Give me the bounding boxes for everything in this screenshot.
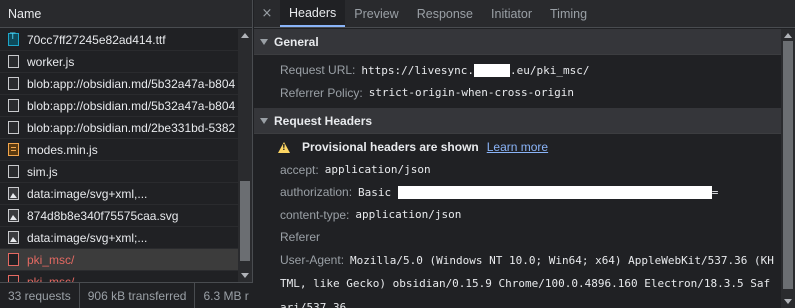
authorization-key: authorization: (280, 185, 353, 200)
request-row[interactable]: 70cc7ff27245e82ad414.ttf (0, 29, 238, 51)
referrer-policy-value[interactable]: strict-origin-when-cross-origin (369, 86, 574, 99)
details-tab-bar: × Headers Preview Response Initiator Tim… (254, 0, 795, 28)
request-count: 33 requests (0, 283, 80, 308)
request-name: pki_msc/ (27, 274, 75, 283)
request-list: 70cc7ff27245e82ad414.ttf worker.js blob:ap… (0, 29, 238, 282)
scrollbar-thumb[interactable] (783, 41, 793, 289)
warning-text: Provisional headers are shown (302, 140, 479, 155)
request-row[interactable]: worker.js (0, 51, 238, 73)
redacted-block (473, 64, 510, 77)
request-headers-section-title: Request Headers (274, 113, 373, 128)
content-type-key: content-type: (280, 207, 350, 222)
request-url-key: Request URL: (280, 63, 356, 78)
tab-timing[interactable]: Timing (541, 0, 596, 27)
request-name: modes.min.js (27, 142, 98, 157)
request-list-panel: Name 70cc7ff27245e82ad414.ttf worker.js bl… (0, 0, 253, 308)
transferred-size: 906 kB transferred (80, 283, 196, 308)
request-row[interactable]: 874d8b8e340f75575caa.svg (0, 205, 238, 227)
request-name: worker.js (27, 54, 75, 69)
document-icon (8, 77, 19, 90)
request-name: blob:app://obsidian.md/5b32a47a-b804 (27, 98, 236, 113)
general-section-title: General (274, 34, 319, 49)
user-agent-value[interactable]: Mozilla/5.0 (Windows NT 10.0; Win64; x64… (280, 254, 774, 308)
expand-triangle-icon (260, 38, 268, 45)
user-agent-header-row: User-Agent: Mozilla/5.0 (Windows NT 10.0;… (254, 249, 781, 308)
tab-headers[interactable]: Headers (280, 0, 346, 27)
name-column-label: Name (8, 6, 42, 21)
general-section-header[interactable]: General (254, 29, 781, 55)
close-icon[interactable]: × (254, 0, 280, 27)
document-icon (8, 165, 19, 178)
learn-more-link[interactable]: Learn more (487, 140, 548, 154)
script-file-icon (8, 143, 19, 156)
accept-header-row: accept: application/json (254, 159, 781, 182)
image-file-icon (8, 209, 19, 222)
warning-icon (278, 141, 290, 153)
font-file-icon (8, 32, 19, 46)
request-name: blob:app://obsidian.md/5b32a47a-b804 (27, 76, 236, 91)
user-agent-key: User-Agent: (280, 252, 345, 267)
request-headers-section-header[interactable]: Request Headers (254, 108, 781, 134)
request-row[interactable]: blob:app://obsidian.md/2be331bd-5382 (0, 117, 238, 139)
redacted-block (397, 186, 712, 199)
resources-size: 6.3 MB r (203, 288, 249, 303)
headers-view: General Request URL: https://livesync. .e… (254, 29, 781, 308)
referrer-policy-key: Referrer Policy: (280, 85, 363, 100)
request-url-value[interactable]: https://livesync. .eu/pki_msc/ (361, 64, 589, 77)
authorization-header-row: authorization: Basic = (254, 181, 781, 204)
request-details-panel: × Headers Preview Response Initiator Tim… (254, 0, 795, 308)
image-file-icon (8, 231, 19, 244)
scroll-up-arrow-icon[interactable] (241, 33, 249, 38)
scroll-down-arrow-icon[interactable] (784, 299, 792, 304)
document-icon (8, 55, 19, 68)
tab-preview[interactable]: Preview (345, 0, 407, 27)
authorization-value[interactable]: Basic = (358, 186, 718, 199)
document-icon (8, 121, 19, 134)
scroll-down-arrow-icon[interactable] (241, 273, 249, 278)
request-name: 70cc7ff27245e82ad414.ttf (27, 32, 166, 47)
expand-triangle-icon (260, 117, 268, 124)
request-row[interactable]: modes.min.js (0, 139, 238, 161)
request-row[interactable]: data:image/svg+xml;... (0, 227, 238, 249)
scroll-up-arrow-icon[interactable] (784, 33, 792, 38)
name-column-header[interactable]: Name (0, 0, 252, 28)
details-scrollbar[interactable] (781, 29, 795, 308)
request-row[interactable]: data:image/svg+xml,... (0, 183, 238, 205)
request-row[interactable]: pki_msc/ (0, 249, 238, 271)
request-name: blob:app://obsidian.md/2be331bd-5382 (27, 120, 236, 135)
request-url-row: Request URL: https://livesync. .eu/pki_ms… (254, 59, 781, 82)
request-name: data:image/svg+xml;... (27, 230, 148, 245)
scrollbar-thumb[interactable] (240, 181, 250, 261)
tab-initiator[interactable]: Initiator (482, 0, 541, 27)
tab-response[interactable]: Response (408, 0, 482, 27)
status-bar: 33 requests 906 kB transferred 6.3 MB r (0, 282, 253, 308)
accept-value[interactable]: application/json (325, 163, 431, 176)
error-document-icon (8, 275, 19, 282)
request-name: data:image/svg+xml,... (27, 186, 148, 201)
image-file-icon (8, 187, 19, 200)
content-type-header-row: content-type: application/json (254, 204, 781, 227)
referrer-policy-row: Referrer Policy: strict-origin-when-cros… (254, 82, 781, 105)
referer-header-row: Referer (254, 226, 781, 249)
document-icon (8, 99, 19, 112)
request-name: 874d8b8e340f75575caa.svg (27, 208, 179, 223)
provisional-headers-warning: Provisional headers are shown Learn more (254, 136, 781, 159)
error-document-icon (8, 253, 19, 266)
request-name: sim.js (27, 164, 58, 179)
accept-key: accept: (280, 162, 319, 177)
request-row[interactable]: blob:app://obsidian.md/5b32a47a-b804 (0, 73, 238, 95)
request-row[interactable]: blob:app://obsidian.md/5b32a47a-b804 (0, 95, 238, 117)
request-row[interactable]: pki_msc/ (0, 271, 238, 282)
request-name: pki_msc/ (27, 252, 75, 267)
request-list-scrollbar[interactable] (238, 29, 252, 282)
request-row[interactable]: sim.js (0, 161, 238, 183)
content-type-value[interactable]: application/json (355, 208, 461, 221)
referer-key: Referer (280, 230, 321, 245)
